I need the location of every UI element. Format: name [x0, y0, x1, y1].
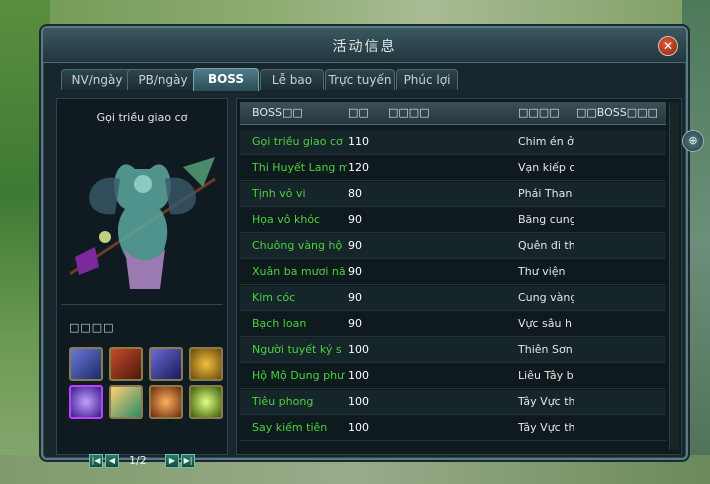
boss-name-cell: Người tuyết ký s [252, 343, 342, 356]
boss-level-cell: 100 [348, 395, 369, 408]
boss-level-cell: 90 [348, 213, 362, 226]
table-scrollbar[interactable] [669, 102, 679, 450]
next-page-button[interactable]: ▶ [165, 454, 179, 468]
boss-level-cell: 100 [348, 343, 369, 356]
boss-level-cell: 90 [348, 317, 362, 330]
table-header: BOSS□□ □□ □□□□ □□□□ □□BOSS□□□ [240, 102, 666, 125]
table-row[interactable]: Bạch loan 90 Vực sâu h [240, 312, 666, 337]
header-column-3: □□□□ [388, 106, 430, 119]
tab-daily-dungeons[interactable]: PB/ngày [127, 69, 199, 90]
boss-name-cell: Say kiếm tiên [252, 421, 328, 434]
table-row[interactable]: Người tuyết ký s 100 Thiên Sơn [240, 338, 666, 363]
boss-portrait [69, 157, 216, 289]
first-page-button[interactable]: |◀ [89, 454, 103, 468]
tab-welfare[interactable]: Phúc lợi [396, 69, 458, 90]
header-boss-time: □□BOSS□□□ [576, 106, 658, 119]
boss-name-cell: Gọi triều giao cơ [252, 135, 343, 148]
locate-button[interactable]: ⊕ [682, 130, 704, 152]
table-row[interactable]: Họa vô khóc 90 Băng cung [240, 208, 666, 233]
tab-daily-quests[interactable]: NV/ngày [61, 69, 133, 90]
boss-location-cell: Vực sâu h [518, 317, 572, 330]
activity-info-window: 活动信息 ✕ NV/ngày PB/ngày BOSS Lễ bao Trực … [41, 26, 688, 468]
table-row[interactable]: Say kiếm tiên 100 Tây Vực th [240, 416, 666, 441]
last-page-button[interactable]: ▶| [181, 454, 195, 468]
tab-online[interactable]: Trực tuyến [325, 69, 395, 90]
boss-name-cell: Kim cóc [252, 291, 296, 304]
boss-level-cell: 110 [348, 135, 369, 148]
boss-level-cell: 100 [348, 421, 369, 434]
boss-name-cell: Họa vô khóc [252, 213, 321, 226]
panel-divider [61, 304, 223, 305]
close-button[interactable]: ✕ [658, 36, 678, 56]
boss-name-cell: Chuông vàng hộ [252, 239, 343, 252]
egg-icon[interactable] [149, 385, 183, 419]
boss-level-cell: 80 [348, 187, 362, 200]
window-titlebar[interactable]: 活动信息 ✕ [43, 28, 686, 63]
boss-list-panel: BOSS□□ □□ □□□□ □□□□ □□BOSS□□□ Gọi triều … [236, 98, 682, 455]
table-row[interactable]: Chuông vàng hộ 90 Quên đi th [240, 234, 666, 259]
boss-level-cell: 100 [348, 369, 369, 382]
header-boss-name: BOSS□□ [252, 106, 303, 119]
rewards-label: □□□□ [69, 321, 115, 334]
boss-detail-panel: Gọi triều giao cơ □□□□ |◀ ◀ 1/2 ▶ ▶| [56, 98, 228, 468]
boss-name-cell: Bạch loan [252, 317, 307, 330]
boss-location-cell: Chim én ở [518, 135, 574, 148]
window-title: 活动信息 [332, 39, 397, 55]
boss-location-cell: Tây Vực th [518, 421, 574, 434]
boss-level-cell: 90 [348, 239, 362, 252]
reward-pager: |◀ ◀ 1/2 ▶ ▶| [89, 454, 199, 470]
boss-location-cell: Quên đi th [518, 239, 574, 252]
table-row[interactable]: Thi Huyết Lang m 120 Vạn kiếp c [240, 156, 666, 181]
beast-icon[interactable] [149, 347, 183, 381]
boss-name: Gọi triều giao cơ [96, 111, 188, 124]
boss-location-cell: Tây Vực th [518, 395, 574, 408]
boss-level-cell: 90 [348, 291, 362, 304]
table-row[interactable]: Kim cóc 90 Cung vàng [240, 286, 666, 311]
boss-location-cell: Cung vàng [518, 291, 574, 304]
prev-page-button[interactable]: ◀ [105, 454, 119, 468]
header-location: □□□□ [518, 106, 560, 119]
boss-name-cell: Thi Huyết Lang m [252, 161, 347, 174]
boss-location-cell: Liêu Tây b [518, 369, 574, 382]
table-row[interactable]: Tịnh vô vi 80 Phái Than [240, 182, 666, 207]
boss-name-cell: Hộ Mộ Dung phư [252, 369, 345, 382]
table-row[interactable]: Tiêu phong 100 Tây Vực th [240, 390, 666, 415]
green-gem-icon[interactable] [189, 385, 223, 419]
tab-gift-pack[interactable]: Lễ bao [260, 69, 324, 90]
spirit-orb-icon[interactable] [69, 385, 103, 419]
dragon-scroll-icon[interactable] [109, 347, 143, 381]
boss-level-cell: 90 [348, 265, 362, 278]
gold-coin-icon[interactable] [189, 347, 223, 381]
header-level: □□ [348, 106, 369, 119]
table-row[interactable]: Xuân ba mươi nă 90 Thư viện [240, 260, 666, 285]
armor-icon[interactable] [69, 347, 103, 381]
boss-name-cell: Tiêu phong [252, 395, 314, 408]
boss-level-cell: 120 [348, 161, 369, 174]
table-row[interactable]: Hộ Mộ Dung phư 100 Liêu Tây b [240, 364, 666, 389]
boss-name-cell: Xuân ba mươi nă [252, 265, 346, 278]
boss-location-cell: Vạn kiếp c [518, 161, 574, 174]
page-indicator: 1/2 [129, 454, 147, 467]
green-crystal-icon[interactable] [109, 385, 143, 419]
game-world-background-top [0, 0, 710, 26]
boss-location-cell: Phái Than [518, 187, 573, 200]
boss-name-cell: Tịnh vô vi [252, 187, 306, 200]
table-row[interactable]: Gọi triều giao cơ 110 Chim én ở [240, 130, 666, 155]
boss-location-cell: Thiên Sơn [518, 343, 573, 356]
tab-boss[interactable]: BOSS [193, 68, 259, 91]
boss-location-cell: Băng cung [518, 213, 574, 226]
boss-location-cell: Thư viện [518, 265, 566, 278]
